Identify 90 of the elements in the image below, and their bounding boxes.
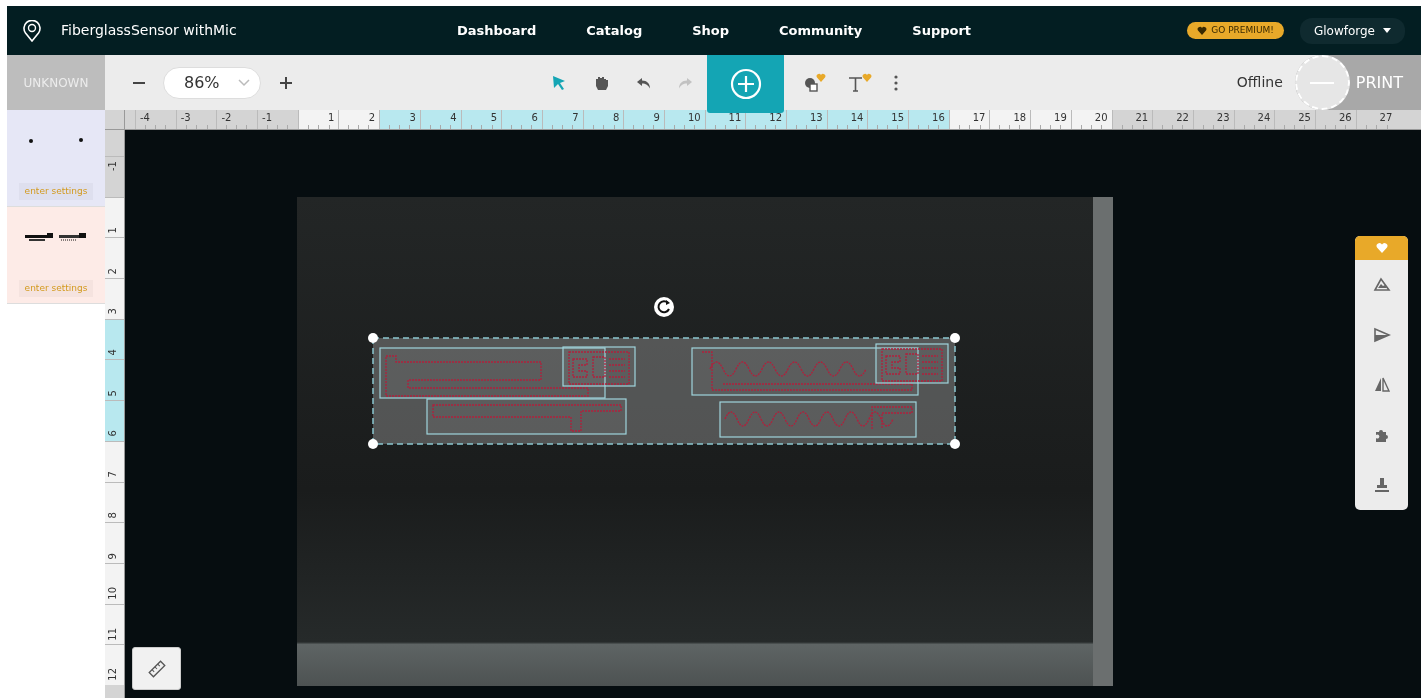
ruler-label: 26 [1338,111,1352,125]
ruler-label: 6 [108,430,118,437]
design-part-drawing[interactable] [426,398,627,435]
ruler-label: 12 [108,668,118,681]
ruler-label: 14 [850,111,864,125]
ruler-icon [147,659,166,678]
kebab-menu-icon [894,74,898,91]
mirror-icon [1372,376,1391,394]
ruler-label: 5 [490,111,498,125]
zoom-out-button[interactable] [133,81,145,84]
ruler-label: 27 [1379,111,1393,125]
text-tool-button[interactable] [848,72,872,93]
design-part-drawing[interactable] [691,347,919,396]
nav-link[interactable]: Community [779,20,863,41]
add-button[interactable] [707,55,784,113]
heart-icon [1197,25,1208,36]
stamp-icon [1372,476,1391,494]
ruler-label: 6 [531,111,538,125]
ruler-label: 23 [1216,111,1230,125]
ruler-label: 2 [368,111,376,125]
ruler-label: 10 [108,586,118,600]
triangle-icon [1372,326,1391,344]
dash-icon [1310,80,1335,85]
ruler-label: -1 [108,161,118,171]
ruler-label: 21 [1135,111,1149,125]
project-title: FiberglassSensor withMic [61,21,237,40]
cursor-arrow-icon [552,74,566,91]
ruler-label: 1 [108,227,118,234]
design-part-drawing[interactable] [719,401,917,438]
chevron-down-icon [238,78,250,87]
ruler-label: 17 [972,111,986,125]
undo-button[interactable] [636,75,652,90]
mountain-icon [1372,276,1391,294]
connection-status: Offline [1236,73,1283,92]
ruler-label: 25 [1298,111,1311,125]
ruler-label: 3 [409,111,416,125]
undo-icon [636,75,652,90]
design-part-drawing[interactable] [562,346,636,387]
ruler-label: -4 [140,111,150,125]
ruler-label: -1 [262,111,273,125]
ruler-label: 9 [108,552,118,559]
ruler-label: -2 [221,111,232,125]
resize-handle[interactable] [950,333,960,343]
ruler-label: 10 [687,111,701,125]
minus-icon [133,81,145,84]
ruler-label: 16 [932,111,945,125]
hand-icon [594,74,610,91]
ruler-label: 8 [108,511,118,519]
ruler-label: 5 [108,389,118,397]
account-dropdown[interactable]: Glowforge [1299,17,1405,44]
resize-handle[interactable] [368,333,378,343]
shapes-button[interactable] [804,72,826,93]
zoom-select[interactable]: 86% [163,66,261,99]
ruler-label: 13 [809,111,823,125]
more-menu-button[interactable] [894,74,898,91]
rotate-handle-icon[interactable] [654,297,674,317]
ruler-label: 15 [891,111,905,125]
nav-link[interactable]: Support [912,20,972,41]
ruler-label: 20 [1094,111,1108,125]
resize-handle[interactable] [950,439,960,449]
ruler-label: -3 [180,111,191,125]
zoom-in-button[interactable] [279,75,293,90]
ruler-button[interactable] [132,647,181,690]
premium-button[interactable]: GO PREMIUM! [1187,21,1284,40]
ruler-label: 11 [108,627,118,641]
plus-circle-icon [729,68,762,100]
ruler-label: 4 [450,111,457,125]
nav-link[interactable]: Shop [692,20,730,41]
ruler-label: 7 [572,111,579,125]
ruler-label: 7 [108,471,118,478]
ruler-label: 19 [1054,111,1067,125]
resize-handle[interactable] [368,439,378,449]
ruler-label: 24 [1257,111,1271,125]
caret-icon [1383,28,1391,33]
ruler-label: 22 [1176,111,1189,125]
logo-icon[interactable] [23,19,41,42]
nav-link[interactable]: Catalog [586,20,643,41]
ruler-label: 8 [612,111,620,125]
nav-link[interactable]: Dashboard [456,20,537,41]
ruler-label: 4 [108,349,118,356]
ruler-label: 1 [328,111,335,125]
heart-icon [1375,242,1388,254]
ruler-label: 12 [769,111,782,125]
ruler-label: 18 [1013,111,1027,125]
ruler-label: 11 [728,111,742,125]
ruler-label: 3 [108,308,118,315]
redo-icon [677,75,693,90]
ruler-label: 2 [108,267,118,275]
plus-icon [279,75,293,90]
ruler-label: 9 [653,111,660,125]
